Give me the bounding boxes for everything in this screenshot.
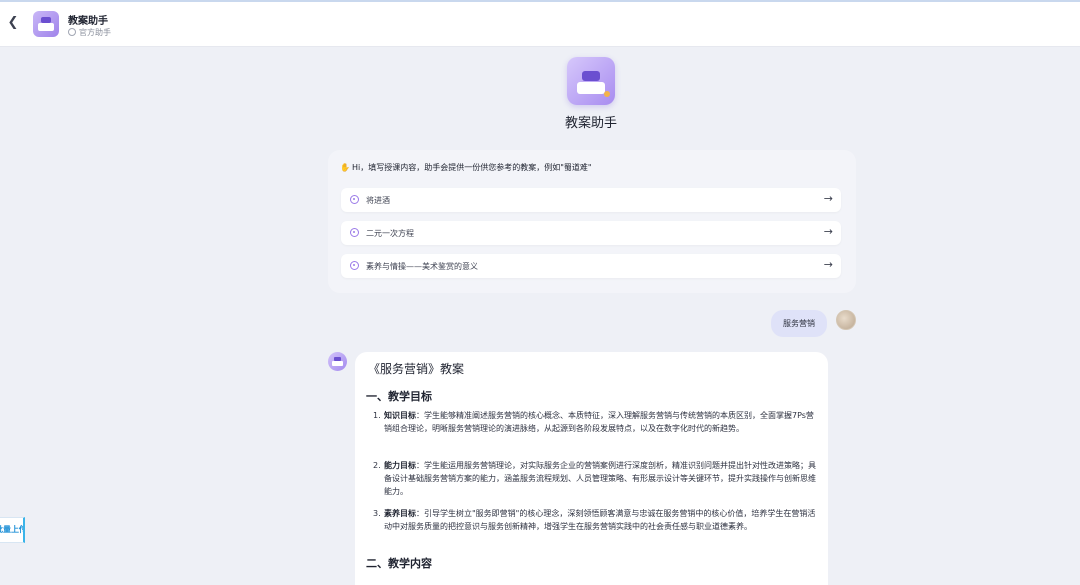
suggestion-item[interactable]: 二元一次方程 →	[341, 221, 841, 245]
answer-title: 《服务营销》教案	[368, 362, 465, 376]
item-text: ：引导学生树立"服务即营销"的核心理念，深刻领悟顾客满意与忠诚在服务营销中的核心…	[384, 509, 816, 531]
section-heading: 二、教学内容	[366, 557, 432, 570]
welcome-text: ✋ Hi，填写授课内容，助手会提供一份供您参考的教案，例如"蜀道难"	[340, 162, 592, 173]
item-text: ：学生能够精准阐述服务营销的核心概念、本质特征，深入理解服务营销与传统营销的本质…	[384, 411, 814, 433]
arrow-right-icon: →	[823, 192, 833, 205]
app-header: ❮ 教案助手 官方助手	[0, 2, 1080, 47]
app-avatar-icon	[33, 11, 59, 37]
suggestion-label: 二元一次方程	[366, 229, 414, 238]
assistant-answer-card: 《服务营销》教案 一、教学目标 1. 知识目标：学生能够精准阐述服务营销的核心概…	[355, 352, 828, 585]
item-term: 能力目标	[384, 461, 416, 470]
assistant-name: 教案助手	[564, 116, 617, 131]
suggestion-label: 素养与情操——美术鉴赏的意义	[366, 262, 478, 271]
section-heading: 一、教学目标	[366, 390, 432, 403]
wave-hand-icon: ✋	[340, 163, 350, 172]
item-term: 知识目标	[384, 411, 416, 420]
welcome-card: ✋ Hi，填写授课内容，助手会提供一份供您参考的教案，例如"蜀道难" 将进酒 → …	[328, 150, 856, 293]
suggestion-label: 将进酒	[366, 196, 390, 205]
item-term: 素养目标	[384, 509, 416, 518]
item-text: ：学生能运用服务营销理论，对实际服务企业的营销案例进行深度剖析，精准识别问题并提…	[384, 461, 816, 496]
suggestion-item[interactable]: 素养与情操——美术鉴赏的意义 →	[341, 254, 841, 278]
app-subtitle-text: 官方助手	[79, 28, 111, 37]
arrow-right-icon: →	[823, 225, 833, 238]
batch-upload-tab[interactable]: 批量上传	[0, 517, 25, 543]
list-number: 1.	[373, 411, 381, 420]
assistant-logo-icon	[567, 57, 615, 105]
assistant-avatar-icon	[328, 352, 347, 371]
sparkle-icon	[350, 195, 359, 204]
user-message-bubble: 服务营销	[771, 310, 827, 337]
app-title: 教案助手	[68, 16, 108, 27]
arrow-right-icon: →	[823, 258, 833, 271]
list-number: 3.	[373, 509, 381, 518]
suggestion-item[interactable]: 将进酒 →	[341, 188, 841, 212]
sparkle-icon	[350, 261, 359, 270]
chevron-left-icon[interactable]: ❮	[7, 14, 19, 32]
list-number: 2.	[373, 461, 381, 470]
user-icon	[68, 28, 76, 36]
user-avatar[interactable]	[836, 310, 856, 330]
sparkle-icon	[350, 228, 359, 237]
app-subtitle: 官方助手	[68, 27, 111, 38]
welcome-message: Hi，填写授课内容，助手会提供一份供您参考的教案，例如"蜀道难"	[351, 163, 592, 172]
